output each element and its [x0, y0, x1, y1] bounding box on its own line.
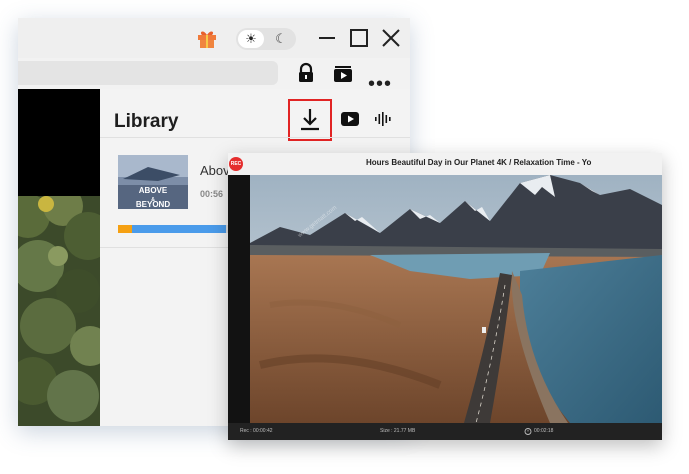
library-title: Library — [114, 111, 179, 132]
recorder-video-title: Hours Beautiful Day in Our Planet 4K / R… — [366, 158, 592, 167]
gift-icon[interactable] — [196, 27, 218, 49]
recorded-video-frame — [250, 175, 662, 423]
video-tab-icon[interactable] — [340, 111, 360, 127]
rec-badge-icon[interactable]: REC — [229, 157, 243, 171]
video-thumbnail[interactable]: ABOVE & BEYOND — [118, 155, 188, 209]
divider — [100, 137, 410, 138]
timer-icon — [524, 428, 532, 435]
audio-tab-icon[interactable] — [374, 111, 392, 127]
download-icon — [301, 109, 319, 131]
title-bar: ☀ ☾ — [18, 18, 410, 58]
screen-recorder-window: REC Hours Beautiful Day in Our Planet 4K… — [228, 153, 662, 440]
moon-icon[interactable]: ☾ — [270, 30, 292, 48]
theme-toggle[interactable]: ☀ ☾ — [236, 28, 296, 50]
file-size: Size : 21.77 MB — [380, 428, 416, 434]
download-progress-fill — [118, 225, 226, 233]
svg-text:ABOVE: ABOVE — [139, 186, 168, 195]
web-video-player[interactable] — [18, 89, 100, 426]
sun-icon[interactable]: ☀ — [238, 30, 264, 48]
recorder-status-bar: Rec : 00:00:42 Size : 21.77 MB 00:02:18 — [228, 423, 662, 440]
svg-text:BEYOND: BEYOND — [136, 200, 170, 209]
video-duration: 00:56 — [200, 189, 224, 199]
close-button[interactable] — [380, 27, 402, 49]
minimize-button[interactable] — [316, 27, 338, 49]
rec-time: Rec : 00:00:42 — [240, 428, 273, 434]
video-frame-foliage — [18, 196, 100, 426]
lock-icon[interactable] — [295, 62, 317, 84]
video-downloader-extension-icon[interactable] — [332, 62, 354, 84]
download-tab-button[interactable] — [288, 99, 332, 141]
timer-value: 00:02:18 — [534, 428, 554, 434]
progress-head — [118, 225, 132, 233]
recorder-title-bar: REC Hours Beautiful Day in Our Planet 4K… — [228, 153, 662, 175]
maximize-button[interactable] — [348, 27, 370, 49]
address-bar[interactable] — [18, 61, 278, 85]
